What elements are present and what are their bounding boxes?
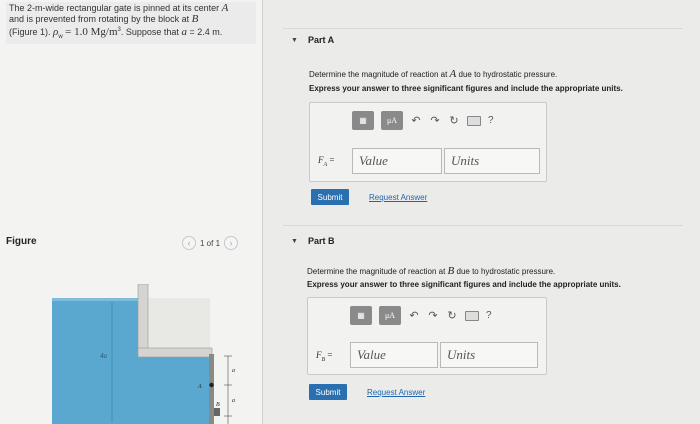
collapse-caret-icon[interactable]: ▼: [291, 37, 298, 44]
part-b-question: Determine the magnitude of reaction at B…: [307, 265, 556, 277]
undo-icon[interactable]: ↶: [410, 114, 422, 127]
gate-figure: 4a A B a a: [52, 284, 235, 424]
part-a-header[interactable]: ▼ Part A: [291, 35, 334, 45]
problem-statement: The 2-m-wide rectangular gate is pinned …: [6, 2, 256, 44]
reset-icon[interactable]: ↻: [448, 114, 460, 127]
figure-navigation: ‹ 1 of 1 ›: [182, 236, 239, 250]
pin-label: A: [197, 384, 202, 390]
undo-icon[interactable]: ↶: [408, 309, 420, 322]
keyboard-icon[interactable]: [465, 310, 479, 321]
collapse-caret-icon[interactable]: ▼: [291, 238, 298, 245]
part-b-answer-box: ▦ μA ↶ ↷ ↻ ? FB = Value Units: [307, 297, 547, 375]
block-label: B: [216, 402, 220, 408]
part-a-answer-box: ▦ μA ↶ ↷ ↻ ? FA = Value Units: [309, 102, 547, 182]
part-b-variable-label: FB =: [316, 350, 333, 363]
part-b-title: Part B: [307, 236, 335, 246]
units-mu-button[interactable]: μA: [379, 306, 401, 325]
part-b-header[interactable]: ▼ Part B: [291, 236, 334, 246]
part-a-variable-label: FA =: [318, 155, 335, 168]
next-figure-button[interactable]: ›: [224, 236, 239, 250]
block-b: [214, 408, 220, 416]
problem-panel: The 2-m-wide rectangular gate is pinned …: [0, 0, 262, 424]
part-b-toolbar: ▦ μA ↶ ↷ ↻ ?: [350, 306, 492, 325]
help-icon[interactable]: ?: [486, 310, 492, 321]
part-a-question: Determine the magnitude of reaction at A…: [309, 68, 558, 80]
units-mu-button[interactable]: μA: [381, 111, 403, 130]
part-a-units-input[interactable]: Units: [444, 148, 540, 174]
water-lower: [52, 356, 210, 424]
redo-icon[interactable]: ↷: [429, 114, 441, 127]
pin-a: [209, 382, 214, 388]
keyboard-icon[interactable]: [467, 115, 481, 126]
redo-icon[interactable]: ↷: [427, 309, 439, 322]
part-a-title: Part A: [307, 35, 335, 45]
figure-label: Figure: [6, 236, 37, 247]
part-b-submit-button[interactable]: Submit: [309, 384, 347, 400]
divider: [283, 28, 683, 29]
questions-panel: ▼ Part A Determine the magnitude of reac…: [263, 0, 700, 424]
figure-page-indicator: 1 of 1: [200, 238, 221, 248]
dim-top-label: a: [232, 368, 235, 374]
wall-vertical: [137, 284, 149, 355]
reset-icon[interactable]: ↻: [446, 309, 458, 322]
depth-label: 4a: [100, 352, 108, 360]
part-b-units-input[interactable]: Units: [440, 342, 538, 368]
templates-icon[interactable]: ▦: [352, 111, 374, 130]
help-icon[interactable]: ?: [488, 115, 494, 126]
gate: [209, 354, 214, 424]
part-a-instruction: Express your answer to three significant…: [309, 84, 623, 93]
part-b-instruction: Express your answer to three significant…: [307, 280, 621, 289]
wall-horizontal: [137, 347, 213, 358]
dim-bottom-label: a: [232, 398, 235, 404]
divider: [283, 225, 683, 226]
part-b-request-answer-link[interactable]: Request Answer: [367, 388, 425, 397]
part-a-toolbar: ▦ μA ↶ ↷ ↻ ?: [352, 111, 494, 130]
templates-icon[interactable]: ▦: [350, 306, 372, 325]
prev-figure-button[interactable]: ‹: [182, 236, 196, 250]
part-a-value-input[interactable]: Value: [352, 148, 442, 174]
part-b-value-input[interactable]: Value: [350, 342, 438, 368]
part-a-submit-button[interactable]: Submit: [311, 189, 349, 205]
part-a-request-answer-link[interactable]: Request Answer: [369, 193, 427, 202]
